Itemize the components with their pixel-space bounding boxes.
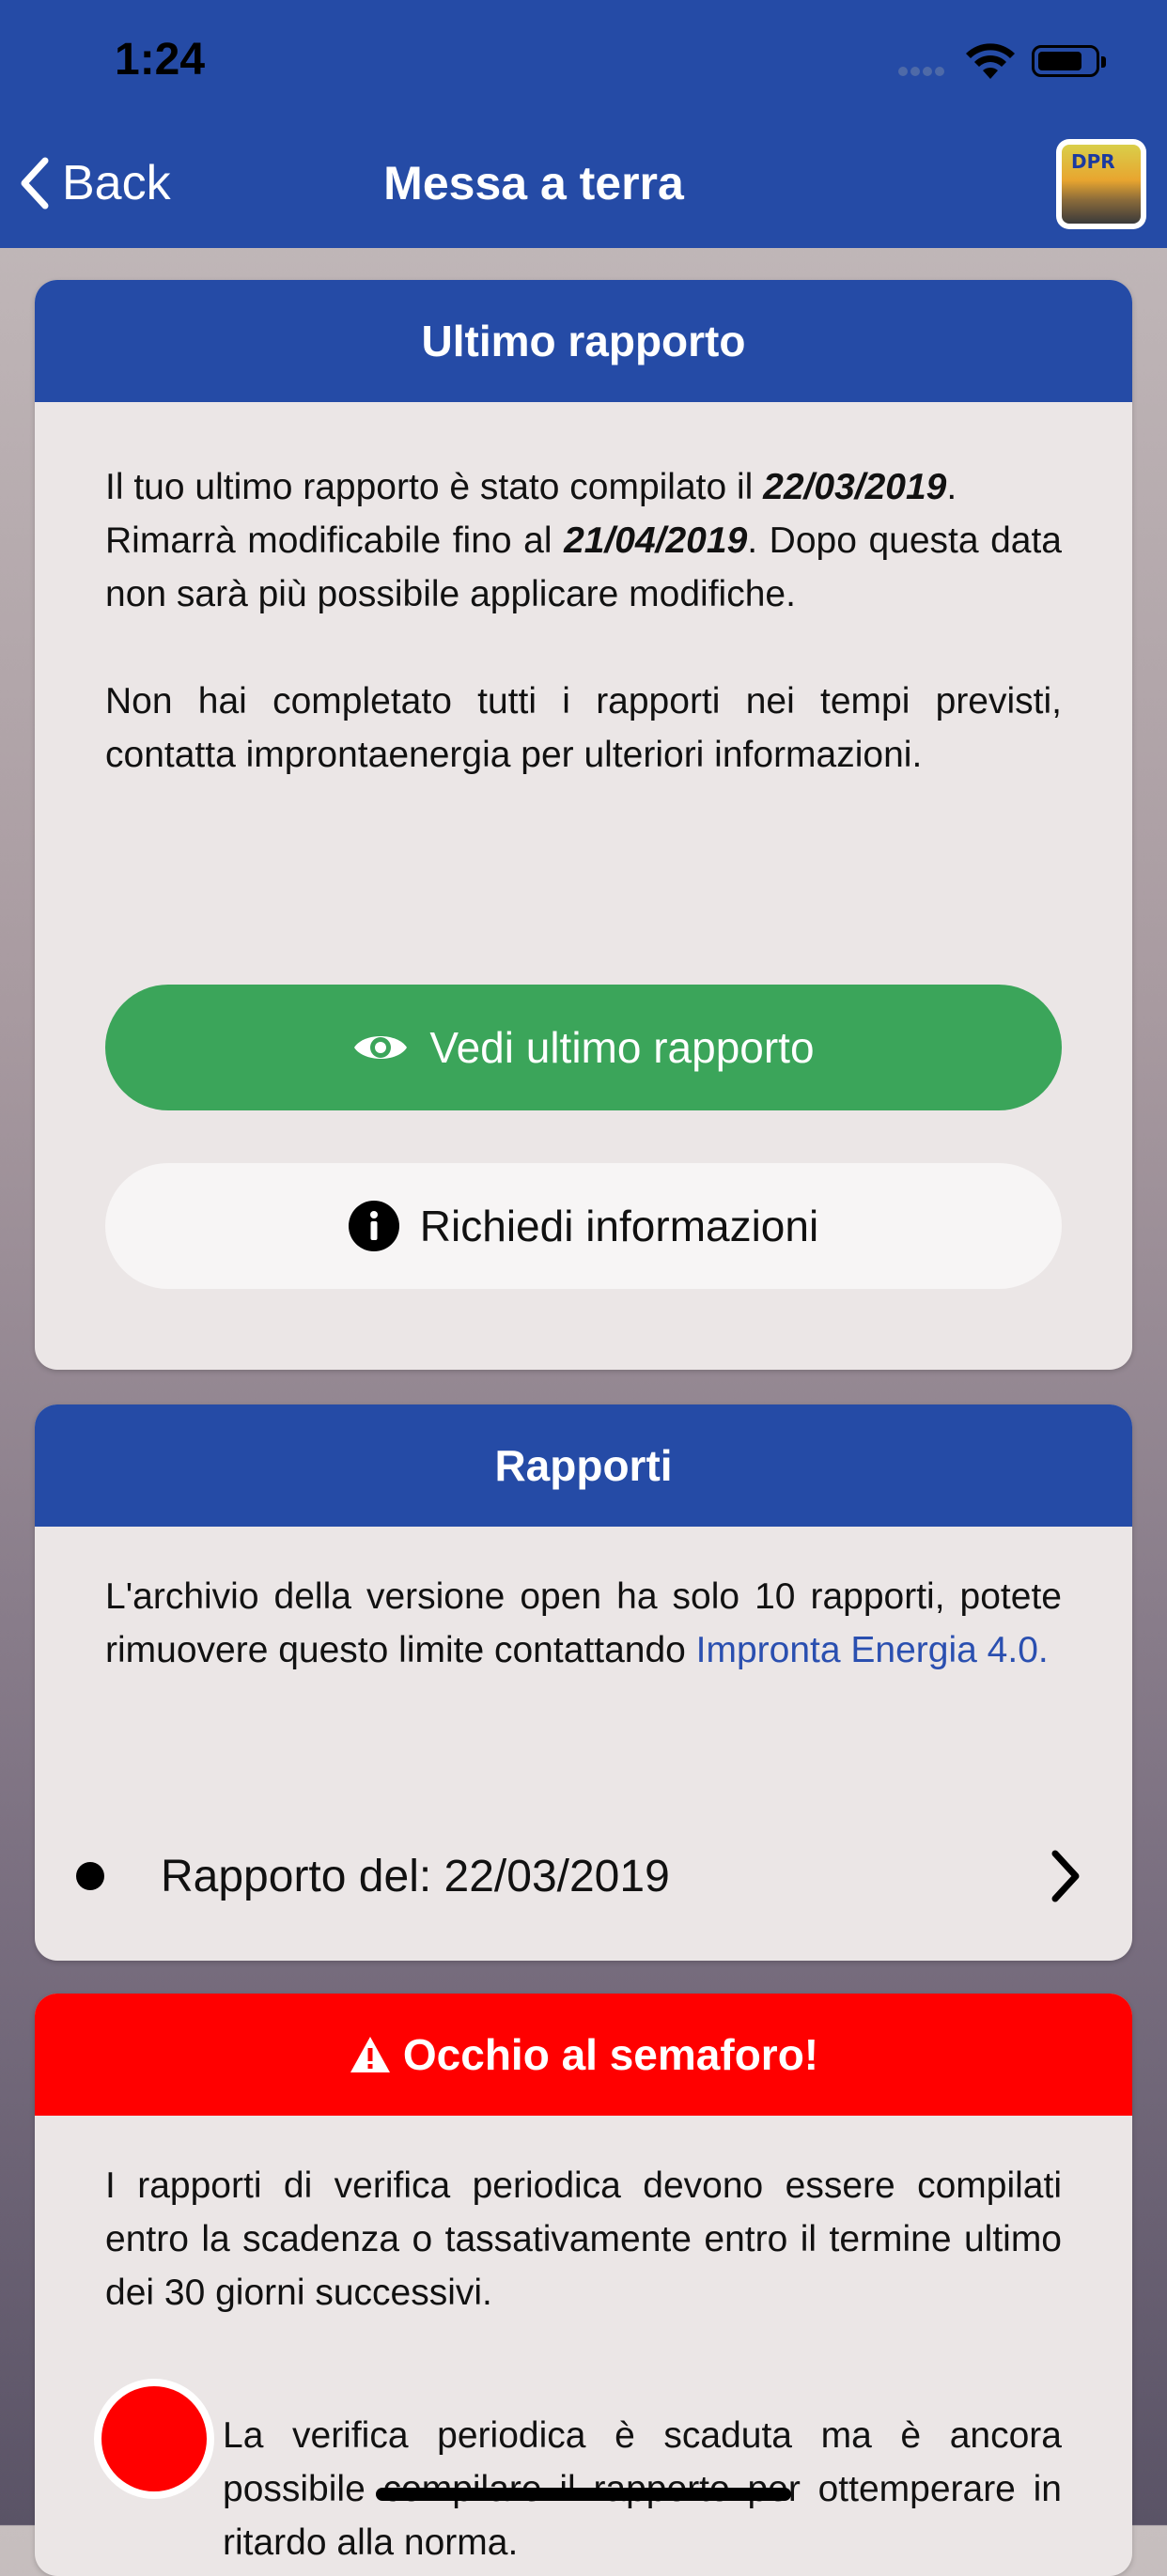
- warning-card-header: Occhio al semaforo!: [35, 1994, 1132, 2116]
- editable-until-text: Rimarrà modificabile fino al 21/04/2019.…: [105, 520, 1062, 614]
- bullet-icon: [76, 1862, 104, 1890]
- app-logo[interactable]: DPR: [1056, 139, 1146, 229]
- battery-icon: [1032, 45, 1106, 77]
- incomplete-reports-notice: Non hai completato tutti i rapporti nei …: [105, 681, 1062, 775]
- card-header: Rapporti: [35, 1404, 1132, 1527]
- page-title: Messa a terra: [383, 157, 684, 209]
- rapporti-card: Rapporti L'archivio della versione open …: [35, 1404, 1132, 1961]
- chevron-right-icon: [1051, 1850, 1080, 1902]
- red-light-icon: [94, 2379, 214, 2499]
- app-logo-mark: DPR: [1071, 150, 1115, 173]
- editable-until-date: 21/04/2019: [564, 520, 748, 561]
- info-icon: [348, 1201, 399, 1251]
- request-info-button[interactable]: Richiedi informazioni: [105, 1163, 1062, 1289]
- card-header: Ultimo rapporto: [35, 280, 1132, 402]
- semaforo-description: I rapporti di verifica periodica devono …: [105, 2165, 1062, 2313]
- wifi-icon: [966, 43, 1015, 79]
- last-report-date-text: Il tuo ultimo rapporto è stato compilato…: [105, 467, 957, 507]
- home-indicator: [376, 2488, 791, 2501]
- eye-icon: [354, 1036, 408, 1059]
- view-last-report-button[interactable]: Vedi ultimo rapporto: [105, 985, 1062, 1110]
- archive-limit-text: L'archivio della versione open ha solo 1…: [105, 1576, 1062, 1670]
- report-item-label: Rapporto del: 22/03/2019: [161, 1851, 670, 1901]
- last-report-date: 22/03/2019: [763, 467, 947, 507]
- impronta-energia-link[interactable]: Impronta Energia 4.0.: [696, 1630, 1049, 1670]
- warning-icon: [350, 2037, 390, 2072]
- ultimo-rapporto-card: Ultimo rapporto Il tuo ultimo rapporto è…: [35, 280, 1132, 1370]
- cellular-signal-icon: [898, 64, 947, 81]
- status-time: 1:24: [115, 35, 206, 85]
- status-bar: 1:24: [0, 0, 1167, 122]
- report-list-item[interactable]: Rapporto del: 22/03/2019: [35, 1824, 1132, 1928]
- navigation-bar: Back Messa a terra DPR: [0, 122, 1167, 248]
